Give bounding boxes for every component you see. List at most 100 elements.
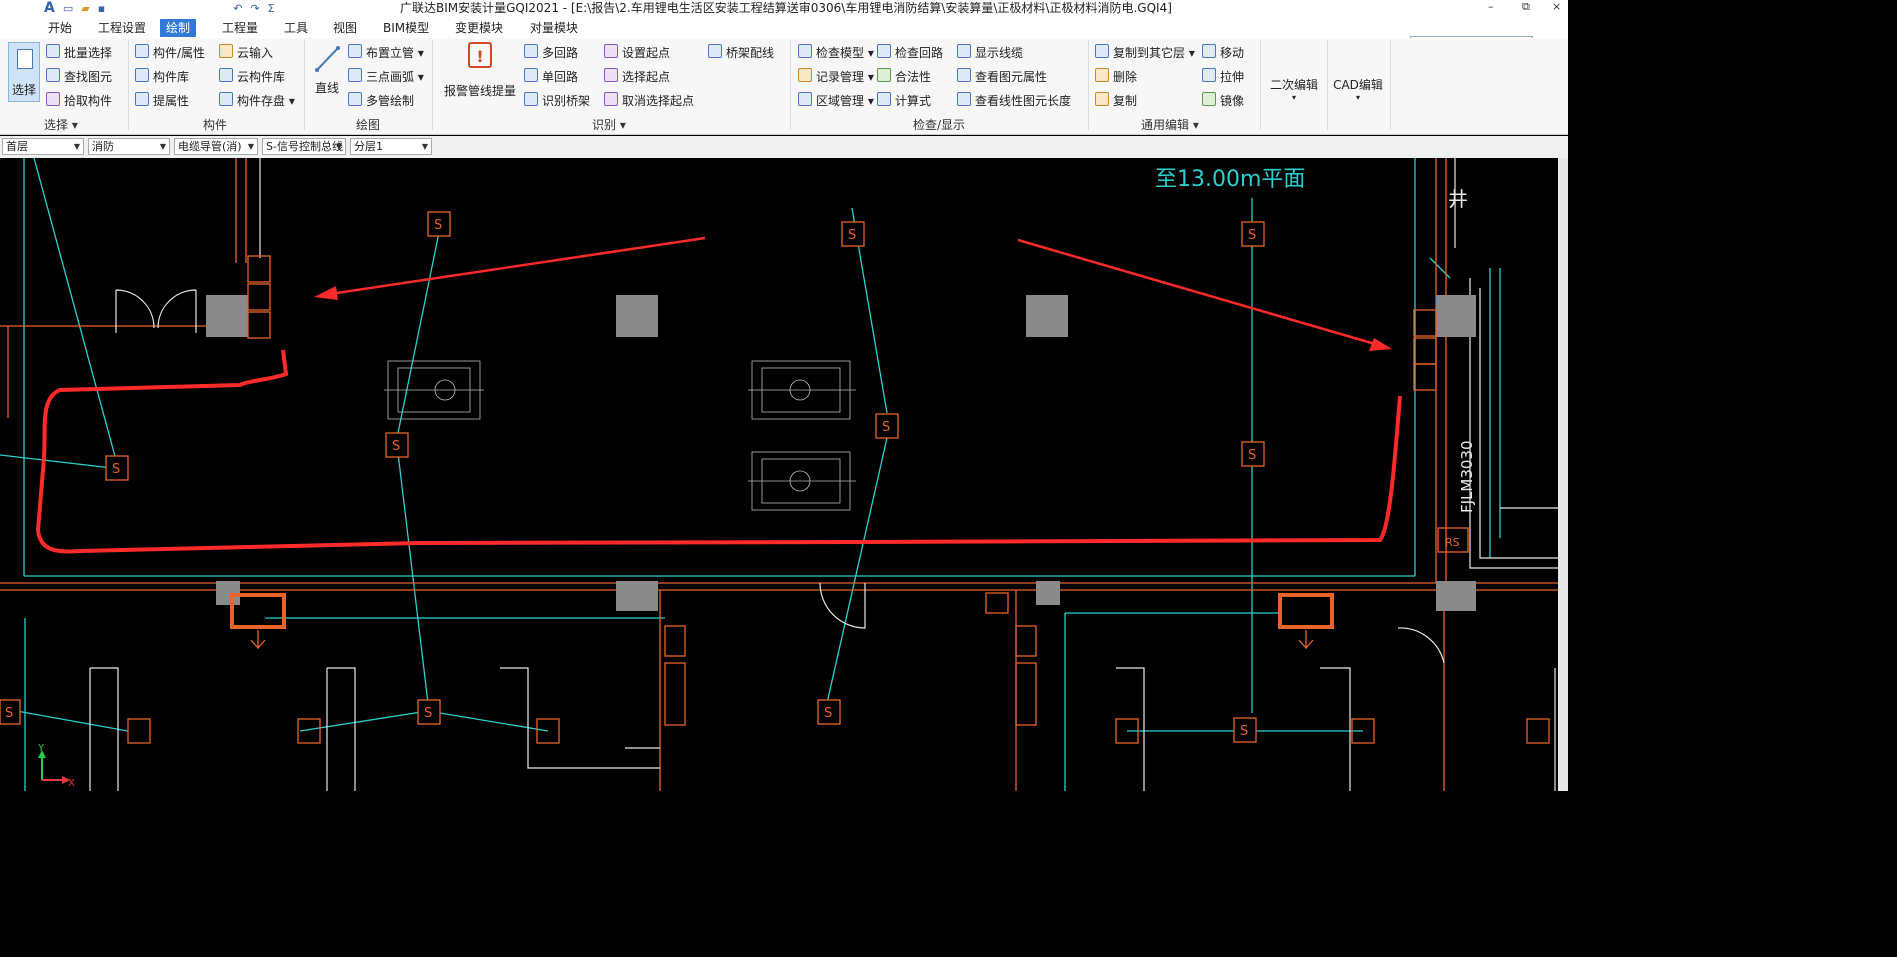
view-length-button[interactable]: 查看线性图元长度 [957, 91, 1071, 111]
find-element-button[interactable]: 查找图元 [46, 67, 112, 87]
drawing-canvas[interactable]: S S S S S S S S S S S RS 至13.00m平面 井 FJL… [0, 158, 1568, 791]
alarm-pipe-button[interactable]: ! 报警管线提量 [440, 42, 520, 99]
view-attr-label: 查看图元属性 [975, 70, 1048, 84]
menu-tools[interactable]: 工具 [278, 19, 314, 37]
menu-quantity[interactable]: 工程量 [216, 19, 264, 37]
divider [1390, 40, 1391, 130]
tag-s: S [848, 228, 856, 243]
red-annotation-loop [35, 349, 1402, 554]
show-cable-button[interactable]: 显示线缆 [957, 43, 1023, 63]
restore-button[interactable]: ⧉ [1522, 0, 1530, 14]
menu-draw[interactable]: 绘制 [160, 19, 197, 37]
pick-label: 拾取构件 [64, 94, 113, 108]
copy-button[interactable]: 复制 [1095, 91, 1137, 111]
open-file-icon[interactable]: ▰ [81, 2, 89, 15]
layer-select[interactable]: 分层1 ▼ [350, 138, 432, 155]
check-loop-button[interactable]: 检查回路 [877, 43, 943, 63]
check-model-button[interactable]: 检查模型 ▾ [798, 43, 874, 63]
single-loop-button[interactable]: 单回路 [524, 67, 578, 87]
right-side-toolbar[interactable] [1558, 158, 1568, 791]
minimize-button[interactable]: – [1488, 0, 1494, 13]
record-icon [798, 68, 812, 82]
copy-label: 复制 [1113, 94, 1138, 108]
cad-edit-button[interactable]: CAD编辑 ▾ [1330, 76, 1386, 102]
record-mgmt-button[interactable]: 记录管理 ▾ [798, 67, 874, 87]
select-button[interactable]: 选择 [8, 42, 40, 102]
area-mgmt-button[interactable]: 区域管理 ▾ [798, 91, 874, 111]
view-attr-button[interactable]: 查看图元属性 [957, 67, 1047, 87]
mirror-button[interactable]: 镜像 [1202, 91, 1244, 111]
cloud-lib-icon [219, 68, 233, 82]
menu-project-settings[interactable]: 工程设置 [92, 19, 152, 37]
sum-icon[interactable]: Σ [268, 2, 275, 15]
undo-icon[interactable]: ↶ [233, 2, 242, 15]
multi-loop-button[interactable]: 多回路 [524, 43, 578, 63]
group-identify-text: 识别 [592, 118, 617, 132]
save-icon[interactable]: ▪ [98, 2, 105, 15]
menu-start[interactable]: 开始 [42, 19, 78, 37]
copy-floor-label: 复制到其它层 [1113, 46, 1186, 60]
cancel-start-button[interactable]: 取消选择起点 [604, 91, 694, 111]
extract-attr-button[interactable]: 提属性 [135, 91, 189, 111]
discipline-select[interactable]: 消防 ▼ [88, 138, 170, 155]
copy-to-floor-button[interactable]: 复制到其它层 ▾ [1095, 43, 1195, 63]
move-button[interactable]: 移动 [1202, 43, 1244, 63]
tag-s: S [112, 462, 120, 477]
cloud-input-button[interactable]: 云输入 [219, 43, 273, 63]
group-edit-label[interactable]: 通用编辑 ▾ [1141, 116, 1199, 133]
formula-button[interactable]: 计算式 [877, 91, 931, 111]
line-icon [315, 46, 340, 72]
group-identify-label[interactable]: 识别 ▾ [592, 116, 626, 133]
menu-bim-model[interactable]: BIM模型 [377, 19, 435, 37]
secondary-edit-button[interactable]: 二次编辑 ▾ [1266, 76, 1322, 102]
check-loop-label: 检查回路 [895, 46, 944, 60]
component-store-button[interactable]: 构件存盘 ▾ [219, 91, 295, 111]
component-attr-icon [135, 44, 149, 58]
discipline-value: 消防 [92, 140, 114, 153]
alarm-icon: ! [468, 42, 492, 68]
batch-select-button[interactable]: 批量选择 [46, 43, 112, 63]
group-select-label[interactable]: 选择 ▾ [44, 116, 78, 133]
menu-view[interactable]: 视图 [327, 19, 363, 37]
new-file-icon[interactable]: ▭ [63, 2, 73, 15]
cyan-wiring [0, 158, 1501, 791]
extract-attr-label: 提属性 [153, 94, 190, 108]
redo-icon[interactable]: ↷ [250, 2, 259, 15]
component-lib-button[interactable]: 构件库 [135, 67, 189, 87]
show-cable-icon [957, 44, 971, 58]
identify-tray-button[interactable]: 识别桥架 [524, 91, 590, 111]
close-button[interactable]: × [1552, 0, 1561, 13]
arc-icon [348, 68, 362, 82]
tray-wire-button[interactable]: 桥架配线 [708, 43, 774, 63]
multi-pipe-label: 多管绘制 [366, 94, 415, 108]
legality-button[interactable]: 合法性 [877, 67, 931, 87]
select-start-button[interactable]: 选择起点 [604, 67, 670, 87]
cursor-icon [17, 49, 33, 69]
cloud-lib-button[interactable]: 云构件库 [219, 67, 285, 87]
component-select[interactable]: S-信号控制总线 ▼ [262, 138, 346, 155]
component-attr-button[interactable]: 构件/属性 [135, 43, 205, 63]
line-label: 直线 [314, 81, 339, 95]
menu-compare-module[interactable]: 对量模块 [524, 19, 584, 37]
red-annotation-arrows [314, 236, 1392, 351]
tag-s: S [5, 706, 13, 721]
stretch-button[interactable]: 拉伸 [1202, 67, 1244, 87]
divider [304, 40, 305, 130]
app-logo-icon[interactable]: A [44, 0, 55, 16]
multi-pipe-button[interactable]: 多管绘制 [348, 91, 414, 111]
set-start-button[interactable]: 设置起点 [604, 43, 670, 63]
type-select[interactable]: 电缆导管(消) ▼ [174, 138, 258, 155]
delete-button[interactable]: 删除 [1095, 67, 1137, 87]
floor-select[interactable]: 首层 ▼ [2, 138, 84, 155]
arc3-button[interactable]: 三点画弧 ▾ [348, 67, 424, 87]
single-loop-label: 单回路 [542, 70, 579, 84]
menu-change-module[interactable]: 变更模块 [449, 19, 509, 37]
alarm-label: 报警管线提量 [443, 84, 516, 98]
pick-component-button[interactable]: 拾取构件 [46, 91, 112, 111]
riser-label: 布置立管 [366, 46, 415, 60]
line-button[interactable]: 直线 [310, 42, 344, 96]
component-lib-label: 构件库 [153, 70, 190, 84]
group-check-label: 检查/显示 [913, 118, 966, 132]
riser-button[interactable]: 布置立管 ▾ [348, 43, 424, 63]
property-bar: 首层 ▼ 消防 ▼ 电缆导管(消) ▼ S-信号控制总线 ▼ 分层1 ▼ [0, 136, 1568, 159]
